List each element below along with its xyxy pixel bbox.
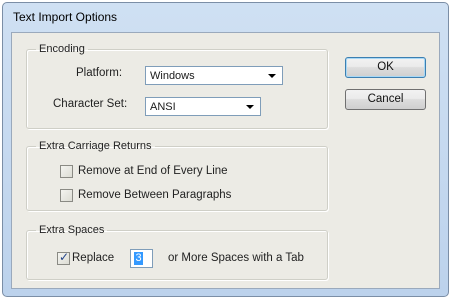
- encoding-legend: Encoding: [39, 43, 85, 55]
- title-bar[interactable]: Text Import Options: [3, 3, 448, 31]
- text-import-options-dialog: Text Import Options Encoding Platform: W…: [2, 2, 449, 297]
- space-count-input[interactable]: 3: [130, 249, 153, 268]
- spaces-with-tab-label: or More Spaces with a Tab: [168, 252, 304, 264]
- dialog-title: Text Import Options: [13, 10, 118, 24]
- platform-label: Platform:: [76, 67, 123, 79]
- dialog-body: Encoding Platform: Windows Character Set…: [11, 32, 440, 289]
- charset-value: ANSI: [150, 101, 176, 113]
- platform-value: Windows: [150, 70, 195, 82]
- replace-label[interactable]: Replace: [72, 252, 114, 264]
- remove-end-of-line-label[interactable]: Remove at End of Every Line: [78, 165, 228, 177]
- remove-end-of-line-checkbox[interactable]: [60, 165, 73, 178]
- space-count-value: 3: [134, 252, 143, 265]
- remove-between-paragraphs-label[interactable]: Remove Between Paragraphs: [78, 189, 231, 201]
- replace-spaces-checkbox[interactable]: [57, 250, 70, 265]
- platform-select[interactable]: Windows: [145, 66, 283, 85]
- charset-select[interactable]: ANSI: [145, 97, 261, 116]
- cancel-button[interactable]: Cancel: [345, 89, 426, 110]
- ok-button[interactable]: OK: [345, 57, 426, 78]
- chevron-down-icon[interactable]: [243, 100, 257, 113]
- encoding-group: Encoding: [26, 43, 328, 129]
- extra-carriage-returns-legend: Extra Carriage Returns: [39, 140, 152, 152]
- chevron-down-icon[interactable]: [265, 69, 279, 82]
- extra-spaces-legend: Extra Spaces: [39, 224, 105, 236]
- remove-between-paragraphs-checkbox[interactable]: [60, 189, 73, 202]
- charset-label: Character Set:: [53, 98, 128, 110]
